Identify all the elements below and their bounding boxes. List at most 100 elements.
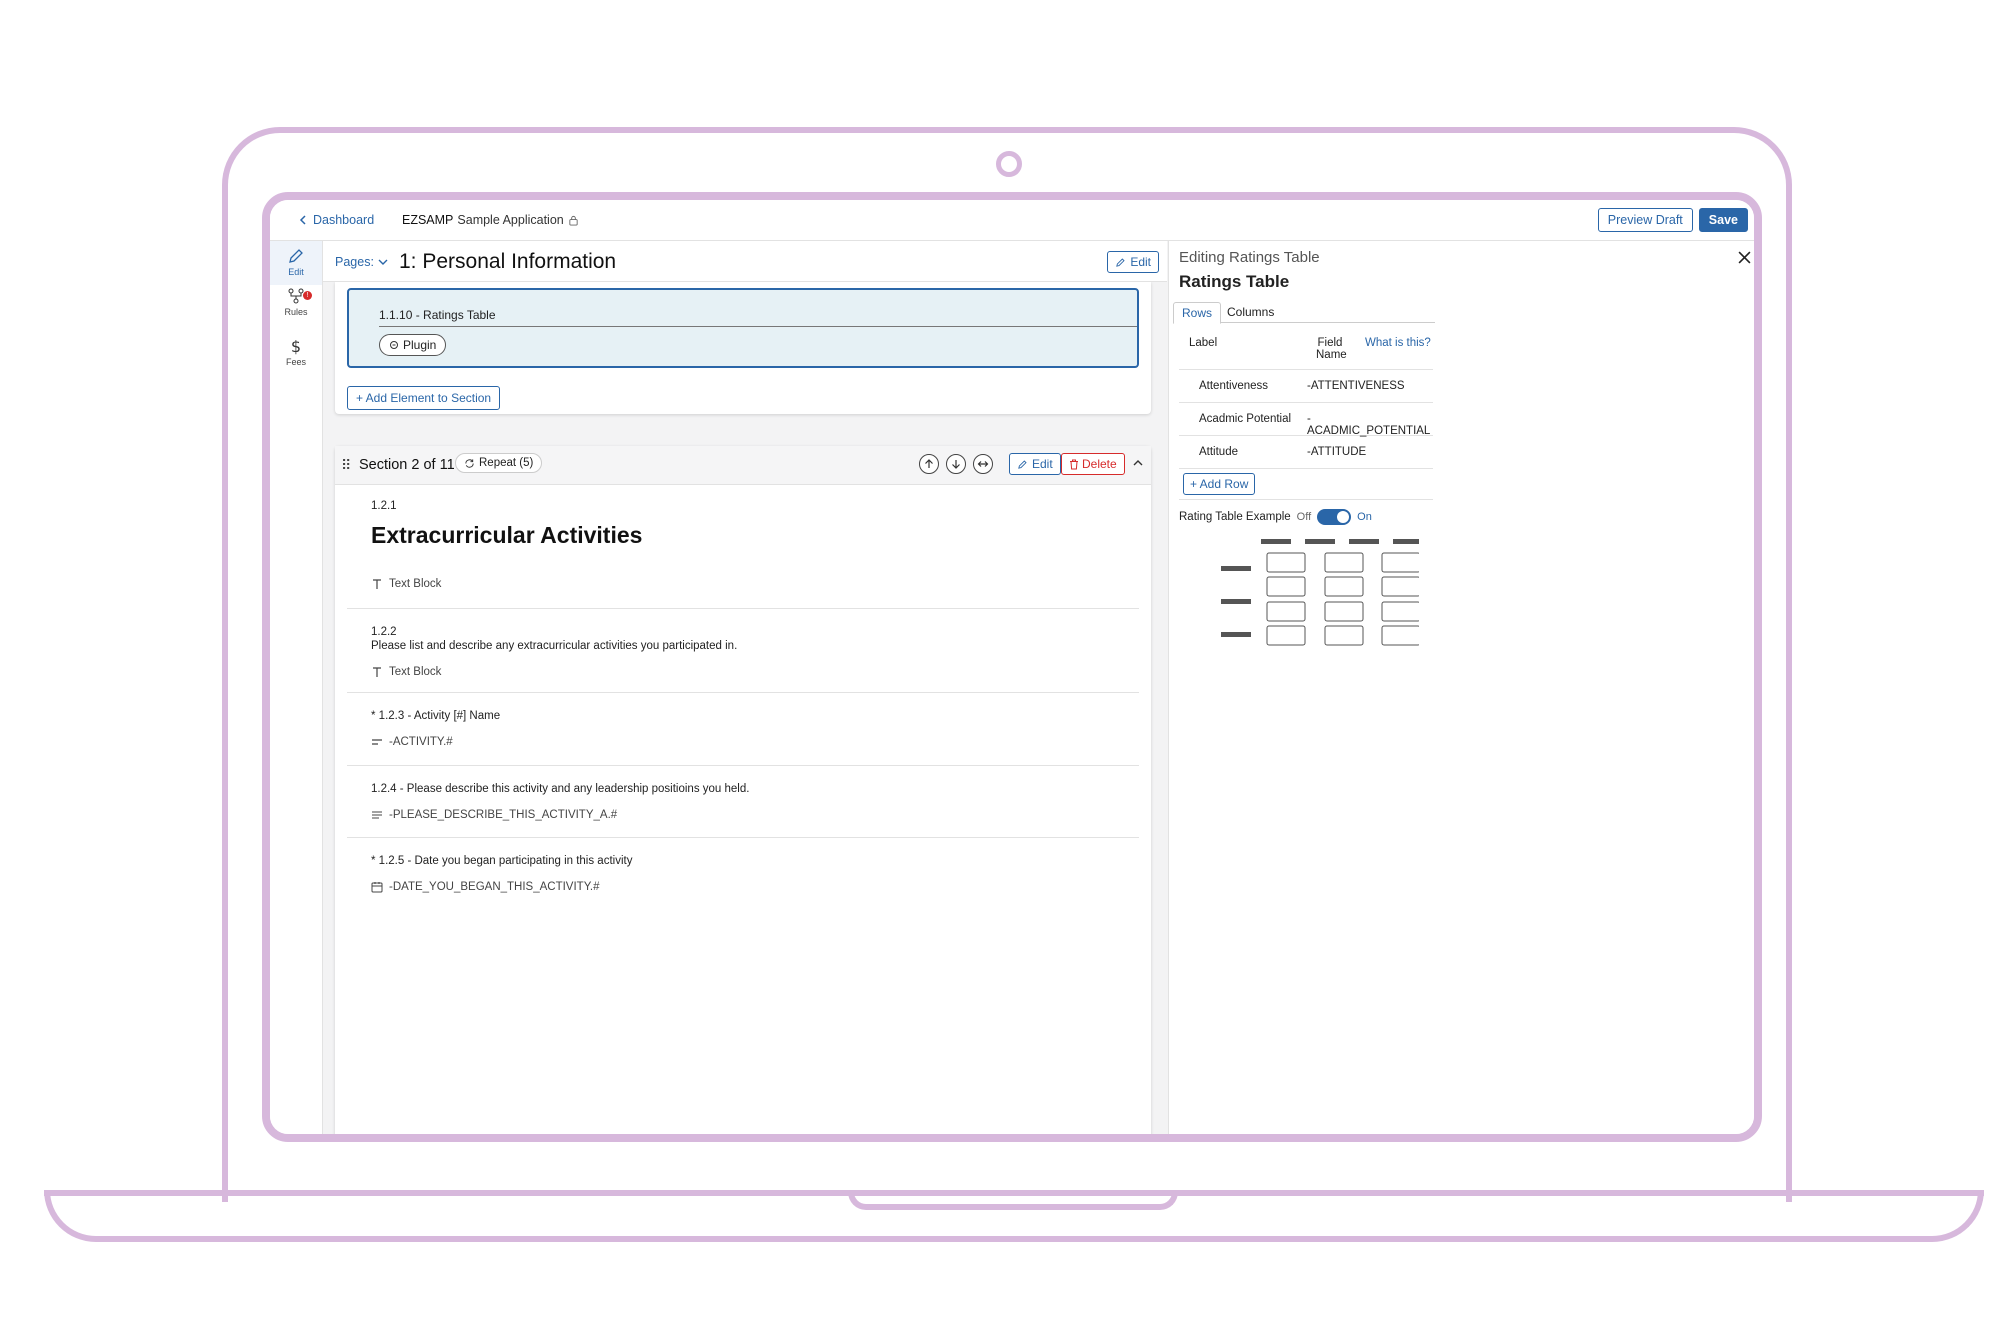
preview-cell xyxy=(1324,625,1364,646)
rules-alert-badge: ! xyxy=(303,291,312,300)
drag-handle-icon[interactable]: ⠿ xyxy=(341,457,351,474)
preview-cell xyxy=(1266,576,1306,597)
row-field-name: -ATTITUDE xyxy=(1307,446,1367,458)
panel-tabs: Rows Columns xyxy=(1173,302,1435,324)
element-1-2-1[interactable]: 1.2.1 Extracurricular Activities Text Bl… xyxy=(347,484,1139,609)
element-1-2-5[interactable]: * 1.2.5 - Date you began participating i… xyxy=(347,837,1139,917)
element-label: * 1.2.3 - Activity [#] Name xyxy=(371,710,501,722)
nav-rules-label: Rules xyxy=(284,307,308,317)
element-1-2-4[interactable]: 1.2.4 - Please describe this activity an… xyxy=(347,765,1139,838)
pencil-icon xyxy=(1116,257,1125,267)
preview-cell xyxy=(1324,576,1364,597)
move-section-up-button[interactable] xyxy=(919,454,939,474)
element-1-2-2[interactable]: 1.2.2 Please list and describe any extra… xyxy=(347,608,1139,693)
top-bar: Dashboard EZSAMP Sample Application Prev… xyxy=(270,200,1754,241)
add-row-button[interactable]: + Add Row xyxy=(1183,473,1256,495)
back-to-dashboard-link[interactable]: Dashboard xyxy=(298,213,374,227)
preview-cell xyxy=(1324,552,1364,573)
lock-icon xyxy=(569,215,578,226)
section-title: Section 2 of 11 xyxy=(359,457,455,473)
plugin-label: Plugin xyxy=(403,338,437,352)
application-code: EZSAMP xyxy=(402,213,454,227)
short-text-icon xyxy=(372,739,382,745)
tab-rows[interactable]: Rows xyxy=(1173,302,1222,324)
left-nav: Edit ! Rules $ Fees xyxy=(270,241,323,1134)
selected-element-ratings-table[interactable]: 1.1.10 - Ratings Table Plugin xyxy=(347,288,1139,368)
laptop-base-notch xyxy=(848,1190,1178,1210)
preview-cell xyxy=(1266,625,1306,646)
nav-edit[interactable]: Edit xyxy=(270,241,322,285)
element-editor-panel: Editing Ratings Table Ratings Table Rows… xyxy=(1168,241,1754,1134)
top-actions: Preview Draft Save xyxy=(1597,208,1748,232)
page-header: Pages: 1: Personal Information Edit xyxy=(323,241,1167,282)
text-block-icon xyxy=(373,667,381,677)
table-row[interactable]: Acadmic Potential -ACADMIC_POTENTIAL xyxy=(1179,403,1433,437)
chevron-up-icon[interactable] xyxy=(1131,456,1145,470)
panel-divider xyxy=(1179,499,1433,500)
preview-cell xyxy=(1381,601,1419,622)
preview-cell xyxy=(1381,552,1419,573)
close-icon[interactable] xyxy=(1738,251,1751,264)
nav-fees[interactable]: $ Fees xyxy=(270,337,322,373)
preview-column-header xyxy=(1349,539,1379,544)
text-block-icon xyxy=(373,579,381,589)
application-title: EZSAMP Sample Application xyxy=(402,213,579,227)
trash-icon xyxy=(1070,459,1078,469)
resize-section-button[interactable] xyxy=(973,454,993,474)
preview-cell xyxy=(1266,552,1306,573)
preview-draft-button[interactable]: Preview Draft xyxy=(1597,208,1693,232)
row-label: Acadmic Potential xyxy=(1199,413,1292,425)
toggle-on-label: On xyxy=(1357,511,1372,523)
what-is-this-link[interactable]: What is this? xyxy=(1365,337,1431,349)
element-label: * 1.2.5 - Date you began participating i… xyxy=(371,855,633,867)
back-link-label: Dashboard xyxy=(313,213,375,227)
rating-table-example-toggle: Rating Table Example Off On xyxy=(1179,509,1372,525)
row-field-name: -ATTENTIVENESS xyxy=(1307,380,1405,392)
element-text: Please list and describe any extracurric… xyxy=(371,640,738,652)
laptop-screen: Dashboard EZSAMP Sample Application Prev… xyxy=(262,192,1762,1142)
panel-title: Ratings Table xyxy=(1179,272,1290,291)
arrow-down-icon xyxy=(952,460,960,469)
save-button[interactable]: Save xyxy=(1698,208,1748,232)
pencil-icon xyxy=(1018,459,1027,469)
page-title: 1: Personal Information xyxy=(399,250,617,273)
row-label: Attitude xyxy=(1199,446,1238,458)
element-field-name: -DATE_YOU_BEGAN_THIS_ACTIVITY.# xyxy=(389,881,600,893)
pencil-icon xyxy=(289,249,303,263)
section-2-card: ⠿ Section 2 of 11 Repeat (5) Edit Delete… xyxy=(335,446,1151,1134)
dollar-icon: $ xyxy=(291,337,301,355)
rows-table-header: Label Field Name What is this? xyxy=(1179,325,1433,370)
preview-cell xyxy=(1381,625,1419,646)
preview-column-header xyxy=(1393,539,1419,544)
section-2-header: ⠿ Section 2 of 11 Repeat (5) Edit Delete xyxy=(335,446,1151,485)
repeat-icon xyxy=(465,458,474,468)
nav-rules[interactable]: ! Rules xyxy=(270,287,322,323)
element-1-2-3[interactable]: * 1.2.3 - Activity [#] Name -ACTIVITY.# xyxy=(347,692,1139,766)
repeat-label: Repeat (5) xyxy=(479,457,534,469)
application-name: Sample Application xyxy=(457,213,564,227)
field-name-column-header: Field Name xyxy=(1316,337,1347,362)
add-element-to-section-button[interactable]: + Add Element to Section xyxy=(347,386,501,410)
element-type-label: Text Block xyxy=(389,578,442,590)
pages-dropdown[interactable]: Pages: xyxy=(335,255,388,269)
table-row[interactable]: Attentiveness -ATTENTIVENESS xyxy=(1179,370,1433,403)
section-edit-button[interactable]: Edit xyxy=(1009,453,1061,475)
toggle-switch[interactable] xyxy=(1317,509,1352,525)
preview-row-label xyxy=(1221,632,1251,637)
tab-columns[interactable]: Columns xyxy=(1219,302,1282,322)
chevron-down-icon xyxy=(378,259,388,265)
element-field-name: -ACTIVITY.# xyxy=(389,736,453,748)
repeat-badge[interactable]: Repeat (5) xyxy=(455,453,543,473)
move-section-down-button[interactable] xyxy=(946,454,966,474)
preview-cell xyxy=(1324,601,1364,622)
section-delete-button[interactable]: Delete xyxy=(1061,453,1125,475)
table-row[interactable]: Attitude -ATTITUDE xyxy=(1179,436,1433,469)
element-number: 1.2.1 xyxy=(371,500,397,512)
selected-element-label: 1.1.10 - Ratings Table xyxy=(379,308,496,322)
element-heading: Extracurricular Activities xyxy=(371,522,643,548)
plug-icon xyxy=(390,341,398,349)
element-type: Text Block xyxy=(371,666,441,678)
section-delete-label: Delete xyxy=(1082,457,1117,471)
arrows-horizontal-icon xyxy=(977,461,989,467)
page-edit-button[interactable]: Edit xyxy=(1107,251,1159,273)
